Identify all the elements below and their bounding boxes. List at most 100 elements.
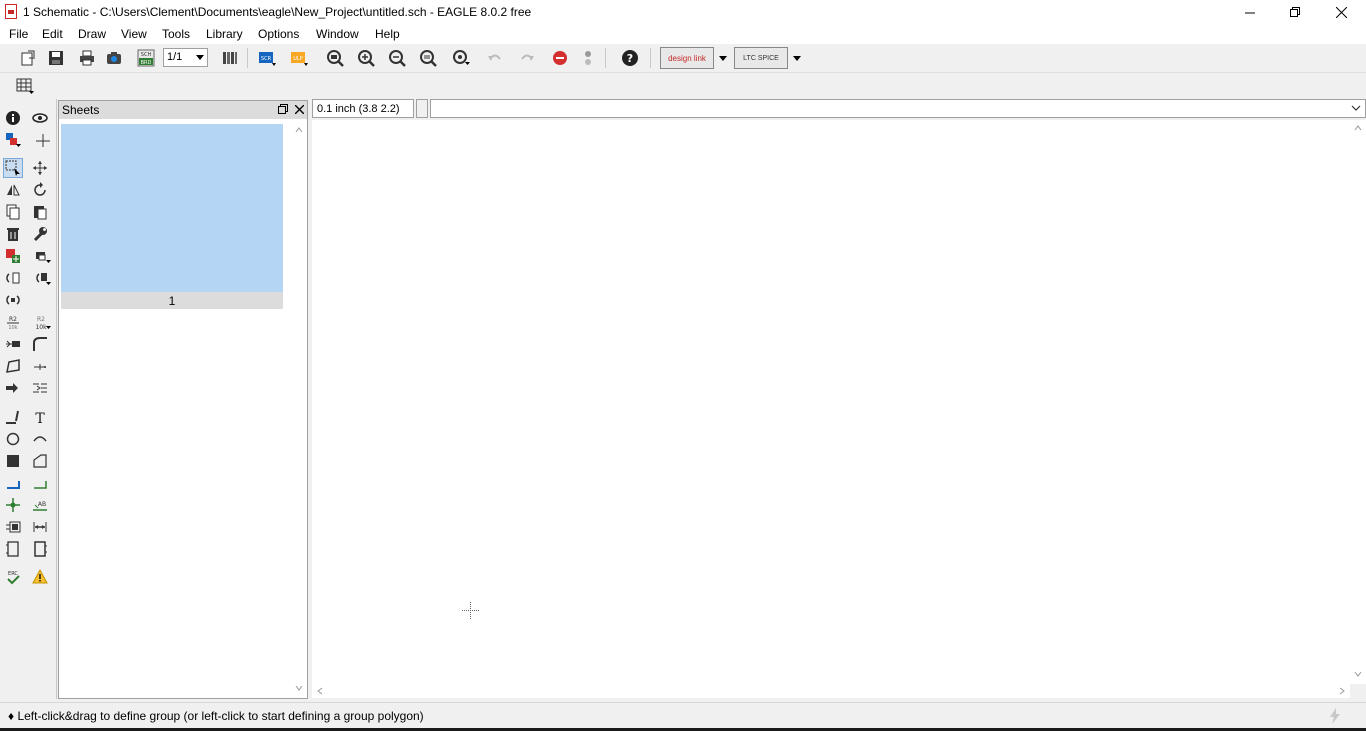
svg-text:T: T bbox=[35, 411, 45, 425]
canvas-vertical-scrollbar[interactable] bbox=[1350, 120, 1366, 684]
zoom-out-button[interactable] bbox=[386, 47, 408, 69]
restore-button[interactable] bbox=[1272, 0, 1318, 24]
sheet-selector[interactable]: 1/1 bbox=[163, 48, 208, 67]
erc-tool[interactable]: ERC bbox=[3, 567, 23, 587]
menu-draw[interactable]: Draw bbox=[78, 27, 106, 41]
grid-button[interactable] bbox=[14, 75, 36, 97]
arc-tool[interactable] bbox=[30, 429, 50, 449]
ltspice-button[interactable]: LTC SPICE bbox=[734, 47, 788, 69]
add-tool[interactable] bbox=[3, 246, 23, 266]
menu-window[interactable]: Window bbox=[316, 27, 359, 41]
menu-help[interactable]: Help bbox=[375, 27, 400, 41]
menu-file[interactable]: File bbox=[9, 27, 28, 41]
close-button[interactable] bbox=[1318, 0, 1364, 24]
chevron-down-icon[interactable] bbox=[793, 56, 801, 61]
canvas-horizontal-scrollbar[interactable] bbox=[312, 684, 1350, 698]
frame-tool[interactable] bbox=[3, 539, 23, 559]
command-input[interactable] bbox=[431, 100, 1365, 117]
polygon-tool[interactable] bbox=[30, 451, 50, 471]
help-button[interactable]: ? bbox=[619, 47, 641, 69]
scroll-up-icon[interactable] bbox=[294, 125, 304, 135]
undo-button[interactable] bbox=[484, 47, 506, 69]
smash-tool[interactable] bbox=[3, 334, 23, 354]
errors-tool[interactable] bbox=[30, 567, 50, 587]
cam-processor-button[interactable] bbox=[103, 47, 125, 69]
rotate-tool[interactable] bbox=[30, 180, 50, 200]
menu-options[interactable]: Options bbox=[258, 27, 299, 41]
mark-tool[interactable] bbox=[33, 130, 53, 150]
group-tool[interactable] bbox=[3, 158, 23, 178]
command-line[interactable] bbox=[430, 99, 1366, 118]
sch-brd-switch-button[interactable]: SCH BRD bbox=[135, 47, 157, 69]
sheet-thumbnail[interactable] bbox=[61, 124, 283, 292]
zoom-redraw-button[interactable] bbox=[417, 47, 439, 69]
copy-tool[interactable] bbox=[3, 202, 23, 222]
scroll-down-icon[interactable] bbox=[1353, 669, 1363, 679]
menu-view[interactable]: View bbox=[121, 27, 147, 41]
scroll-right-icon[interactable] bbox=[1337, 686, 1347, 696]
go-icon bbox=[585, 51, 591, 65]
change-tool[interactable] bbox=[30, 224, 50, 244]
label-tool[interactable]: AB bbox=[30, 495, 50, 515]
redo-button[interactable] bbox=[516, 47, 538, 69]
zoom-in-button[interactable] bbox=[355, 47, 377, 69]
optimize-tool[interactable] bbox=[30, 356, 50, 376]
stop-button[interactable] bbox=[549, 47, 571, 69]
schematic-canvas[interactable] bbox=[312, 120, 1350, 684]
paste-tool[interactable] bbox=[30, 202, 50, 222]
menu-edit[interactable]: Edit bbox=[42, 27, 63, 41]
script-button[interactable]: SCR bbox=[256, 47, 278, 69]
minimize-button[interactable] bbox=[1227, 0, 1273, 24]
wire-tool[interactable] bbox=[3, 407, 23, 427]
zoom-fit-button[interactable] bbox=[324, 47, 346, 69]
value-tool[interactable]: R2 10k bbox=[33, 312, 53, 332]
print-button[interactable] bbox=[76, 47, 98, 69]
delete-tool[interactable] bbox=[3, 224, 23, 244]
move-tool[interactable] bbox=[30, 158, 50, 178]
display-layers-tool[interactable] bbox=[3, 130, 23, 150]
chevron-down-icon[interactable] bbox=[1351, 103, 1361, 113]
undock-panel-button[interactable] bbox=[276, 102, 290, 116]
dimension-tool[interactable] bbox=[30, 517, 50, 537]
open-button[interactable] bbox=[17, 47, 39, 69]
lightning-icon[interactable] bbox=[1326, 707, 1344, 725]
rectangle-tool[interactable] bbox=[3, 451, 23, 471]
zoom-redraw-icon bbox=[420, 50, 437, 67]
info-tool[interactable] bbox=[3, 108, 23, 128]
invoke-tool[interactable] bbox=[3, 290, 23, 310]
text-tool[interactable]: T bbox=[30, 407, 50, 427]
go-button[interactable] bbox=[577, 47, 599, 69]
module-tool[interactable] bbox=[30, 539, 50, 559]
circle-tool[interactable] bbox=[3, 429, 23, 449]
chevron-down-icon[interactable] bbox=[719, 56, 727, 61]
miter-tool[interactable] bbox=[30, 334, 50, 354]
designlink-button[interactable]: design link bbox=[660, 47, 714, 69]
pinswap-tool[interactable] bbox=[3, 268, 23, 288]
library-manager-button[interactable] bbox=[219, 47, 241, 69]
show-tool[interactable] bbox=[30, 108, 50, 128]
zoom-select-button[interactable] bbox=[450, 47, 472, 69]
gateswap-tool[interactable] bbox=[33, 268, 53, 288]
net-tool[interactable] bbox=[3, 473, 23, 493]
align-tool[interactable] bbox=[30, 378, 50, 398]
menu-library[interactable]: Library bbox=[206, 27, 243, 41]
split-tool[interactable] bbox=[3, 356, 23, 376]
frame-icon bbox=[6, 541, 19, 557]
pinswap-arrow-tool[interactable] bbox=[3, 378, 23, 398]
junction-tool[interactable] bbox=[3, 495, 23, 515]
replace-tool[interactable] bbox=[33, 246, 53, 266]
menu-tools[interactable]: Tools bbox=[162, 27, 190, 41]
close-panel-button[interactable] bbox=[292, 102, 306, 116]
mirror-tool[interactable] bbox=[3, 180, 23, 200]
rectangle-icon bbox=[7, 455, 19, 467]
bus-tool[interactable] bbox=[30, 473, 50, 493]
scroll-down-icon[interactable] bbox=[294, 683, 304, 693]
attribute-tool[interactable] bbox=[3, 517, 23, 537]
scroll-left-icon[interactable] bbox=[315, 686, 325, 696]
invoke-icon bbox=[6, 295, 20, 305]
save-button[interactable] bbox=[45, 47, 67, 69]
scroll-up-icon[interactable] bbox=[1353, 123, 1363, 133]
ulp-button[interactable]: ULP bbox=[288, 47, 310, 69]
name-tool[interactable]: R2 10k bbox=[3, 312, 23, 332]
mirror-icon bbox=[7, 184, 20, 196]
